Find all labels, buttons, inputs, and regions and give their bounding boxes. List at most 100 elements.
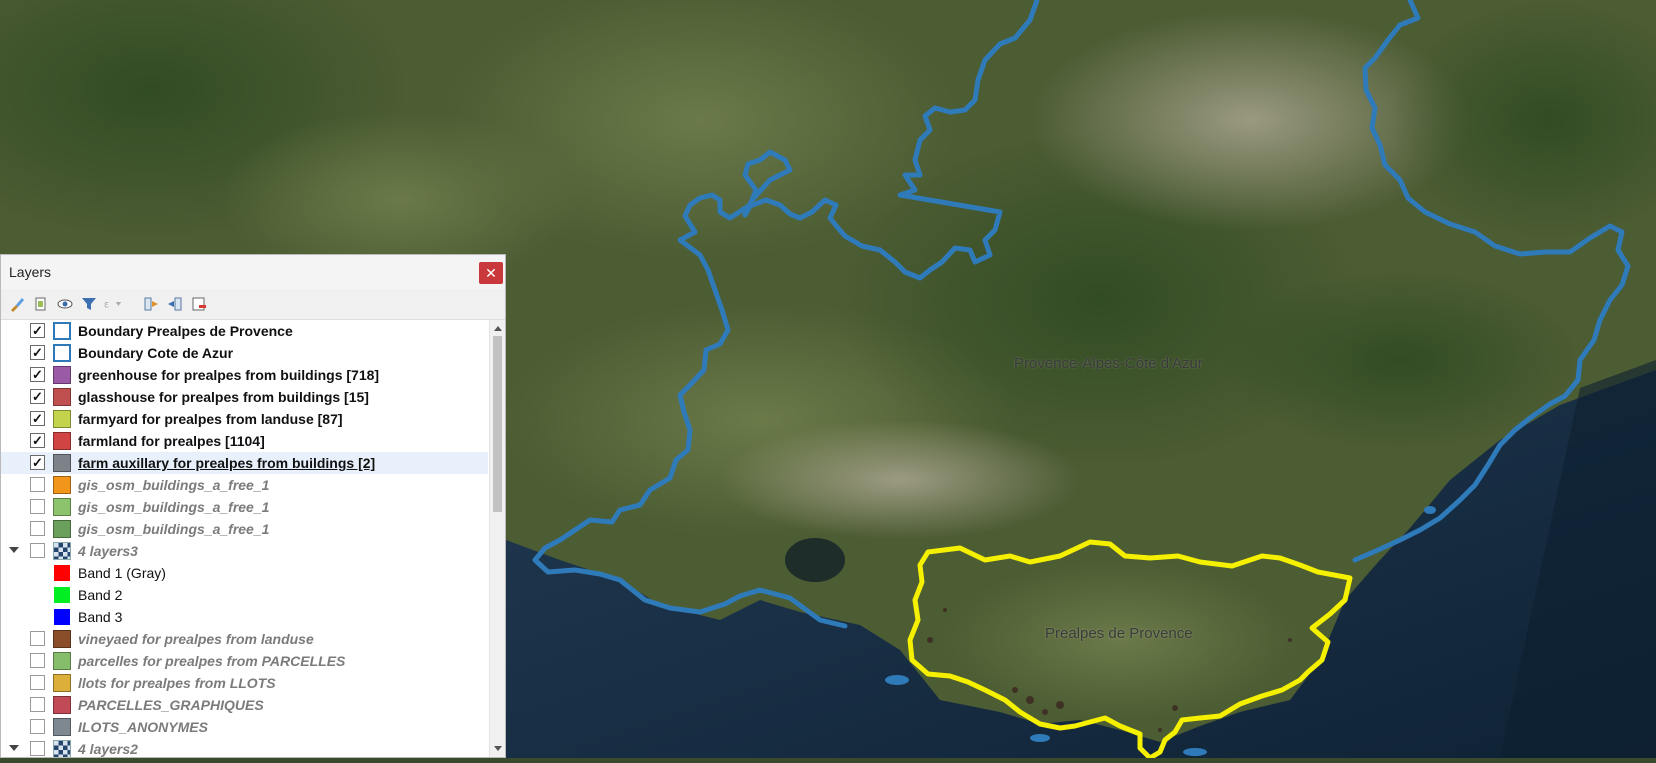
map-label-region: Provence-Alpes-Côte d'Azur: [1014, 355, 1203, 372]
layer-label: vineyaed for prealpes from landuse: [78, 631, 314, 647]
fill-symbol-swatch: [53, 674, 71, 692]
fill-symbol-swatch: [53, 454, 71, 472]
layer-row[interactable]: vineyaed for prealpes from landuse: [1, 628, 488, 650]
layer-row[interactable]: ✓ farmyard for prealpes from landuse [87]: [1, 408, 488, 430]
layer-visibility-checkbox[interactable]: [30, 521, 45, 536]
layer-visibility-checkbox[interactable]: [30, 543, 45, 558]
layer-visibility-checkbox[interactable]: ✓: [30, 433, 45, 448]
layer-visibility-checkbox[interactable]: ✓: [30, 455, 45, 470]
fill-symbol-swatch: [53, 498, 71, 516]
layer-label: gis_osm_buildings_a_free_1: [78, 499, 270, 515]
layer-label: Boundary Prealpes de Provence: [78, 323, 293, 339]
remove-layer-icon[interactable]: [189, 294, 209, 314]
layer-visibility-checkbox[interactable]: ✓: [30, 367, 45, 382]
layer-label: gis_osm_buildings_a_free_1: [78, 477, 270, 493]
layer-label: llots for prealpes from LLOTS: [78, 675, 276, 691]
layer-label: greenhouse for prealpes from buildings […: [78, 367, 380, 383]
layer-visibility-checkbox[interactable]: [30, 631, 45, 646]
fill-symbol-swatch: [53, 432, 71, 450]
layer-row[interactable]: ✓ Boundary Prealpes de Provence: [1, 320, 488, 342]
fill-symbol-swatch: [53, 652, 71, 670]
band-legend-item[interactable]: Band 2: [1, 584, 488, 606]
layer-row[interactable]: gis_osm_buildings_a_free_1: [1, 474, 488, 496]
layer-label: ILOTS_ANONYMES: [78, 719, 208, 735]
filter-legend-icon[interactable]: [79, 294, 99, 314]
layer-row[interactable]: gis_osm_buildings_a_free_1: [1, 496, 488, 518]
close-icon: ✕: [485, 265, 497, 281]
layer-row[interactable]: 4 layers3: [1, 540, 488, 562]
scroll-up-icon[interactable]: [494, 326, 502, 331]
panel-title: Layers: [9, 264, 52, 280]
layers-toolbar: ε: [1, 289, 505, 320]
layer-visibility-checkbox[interactable]: [30, 675, 45, 690]
layer-label: glasshouse for prealpes from buildings […: [78, 389, 369, 405]
layers-panel: Layers ✕ ε ✓ Boundary Prealpes de Proven…: [0, 254, 506, 758]
outline-symbol-icon: [53, 322, 71, 340]
expand-arrow-icon[interactable]: [9, 547, 19, 553]
fill-symbol-swatch: [53, 696, 71, 714]
panel-titlebar[interactable]: Layers ✕: [1, 255, 505, 289]
layer-row[interactable]: gis_osm_buildings_a_free_1: [1, 518, 488, 540]
layer-label: 4 layers2: [78, 741, 138, 757]
vertical-scrollbar[interactable]: [489, 320, 505, 757]
add-group-icon[interactable]: [31, 294, 51, 314]
layer-label: Band 3: [78, 609, 123, 625]
layer-row[interactable]: ✓ glasshouse for prealpes from buildings …: [1, 386, 488, 408]
expand-all-icon[interactable]: [141, 294, 161, 314]
expand-arrow-icon[interactable]: [9, 745, 19, 751]
layer-label: Band 1 (Gray): [78, 565, 166, 581]
band-legend-item[interactable]: Band 1 (Gray): [1, 562, 488, 584]
visibility-icon[interactable]: [55, 294, 75, 314]
layer-visibility-checkbox[interactable]: [30, 653, 45, 668]
layer-label: farmyard for prealpes from landuse [87]: [78, 411, 343, 427]
layer-visibility-checkbox[interactable]: ✓: [30, 411, 45, 426]
layer-row[interactable]: parcelles for prealpes from PARCELLES: [1, 650, 488, 672]
layer-visibility-checkbox[interactable]: [30, 719, 45, 734]
close-button[interactable]: ✕: [479, 262, 503, 284]
layer-label: PARCELLES_GRAPHIQUES: [78, 697, 264, 713]
layer-label: farm auxillary for prealpes from buildin…: [78, 455, 376, 471]
layer-visibility-checkbox[interactable]: ✓: [30, 389, 45, 404]
layer-label: 4 layers3: [78, 543, 138, 559]
layer-label: Boundary Cote de Azur: [78, 345, 234, 361]
raster-layer-icon: [53, 542, 71, 560]
fill-symbol-swatch: [53, 366, 71, 384]
layer-row[interactable]: ✓ greenhouse for prealpes from buildings …: [1, 364, 488, 386]
band-color-swatch: [54, 565, 70, 581]
layer-row[interactable]: PARCELLES_GRAPHIQUES: [1, 694, 488, 716]
band-color-swatch: [54, 609, 70, 625]
fill-symbol-swatch: [53, 630, 71, 648]
layer-tree[interactable]: ✓ Boundary Prealpes de Provence ✓ Boundary …: [1, 320, 488, 757]
layer-visibility-checkbox[interactable]: ✓: [30, 323, 45, 338]
layer-label: Band 2: [78, 587, 123, 603]
layer-visibility-checkbox[interactable]: [30, 741, 45, 756]
band-color-swatch: [54, 587, 70, 603]
layer-visibility-checkbox[interactable]: [30, 697, 45, 712]
layer-row[interactable]: llots for prealpes from LLOTS: [1, 672, 488, 694]
fill-symbol-swatch: [53, 718, 71, 736]
svg-text:ε: ε: [104, 300, 109, 311]
fill-symbol-swatch: [53, 410, 71, 428]
layer-row[interactable]: ✓ farmland for prealpes [1104]: [1, 430, 488, 452]
layer-visibility-checkbox[interactable]: ✓: [30, 345, 45, 360]
band-legend-item[interactable]: Band 3: [1, 606, 488, 628]
style-manager-icon[interactable]: [7, 294, 27, 314]
layer-row[interactable]: ✓ farm auxillary for prealpes from buildi…: [1, 452, 488, 474]
layer-row[interactable]: ✓ Boundary Cote de Azur: [1, 342, 488, 364]
raster-layer-icon: [53, 740, 71, 757]
layer-row[interactable]: 4 layers2: [1, 738, 488, 757]
scroll-down-icon[interactable]: [494, 746, 502, 751]
layer-visibility-checkbox[interactable]: [30, 499, 45, 514]
scrollbar-thumb[interactable]: [493, 336, 502, 512]
filter-expression-icon[interactable]: ε: [103, 294, 123, 314]
layer-row[interactable]: ILOTS_ANONYMES: [1, 716, 488, 738]
collapse-all-icon[interactable]: [165, 294, 185, 314]
layer-label: gis_osm_buildings_a_free_1: [78, 521, 270, 537]
outline-symbol-icon: [53, 344, 71, 362]
fill-symbol-swatch: [53, 476, 71, 494]
map-label-prealpes: Prealpes de Provence: [1045, 625, 1193, 642]
fill-symbol-swatch: [53, 388, 71, 406]
layer-visibility-checkbox[interactable]: [30, 477, 45, 492]
layer-label: parcelles for prealpes from PARCELLES: [78, 653, 346, 669]
layer-label: farmland for prealpes [1104]: [78, 433, 265, 449]
